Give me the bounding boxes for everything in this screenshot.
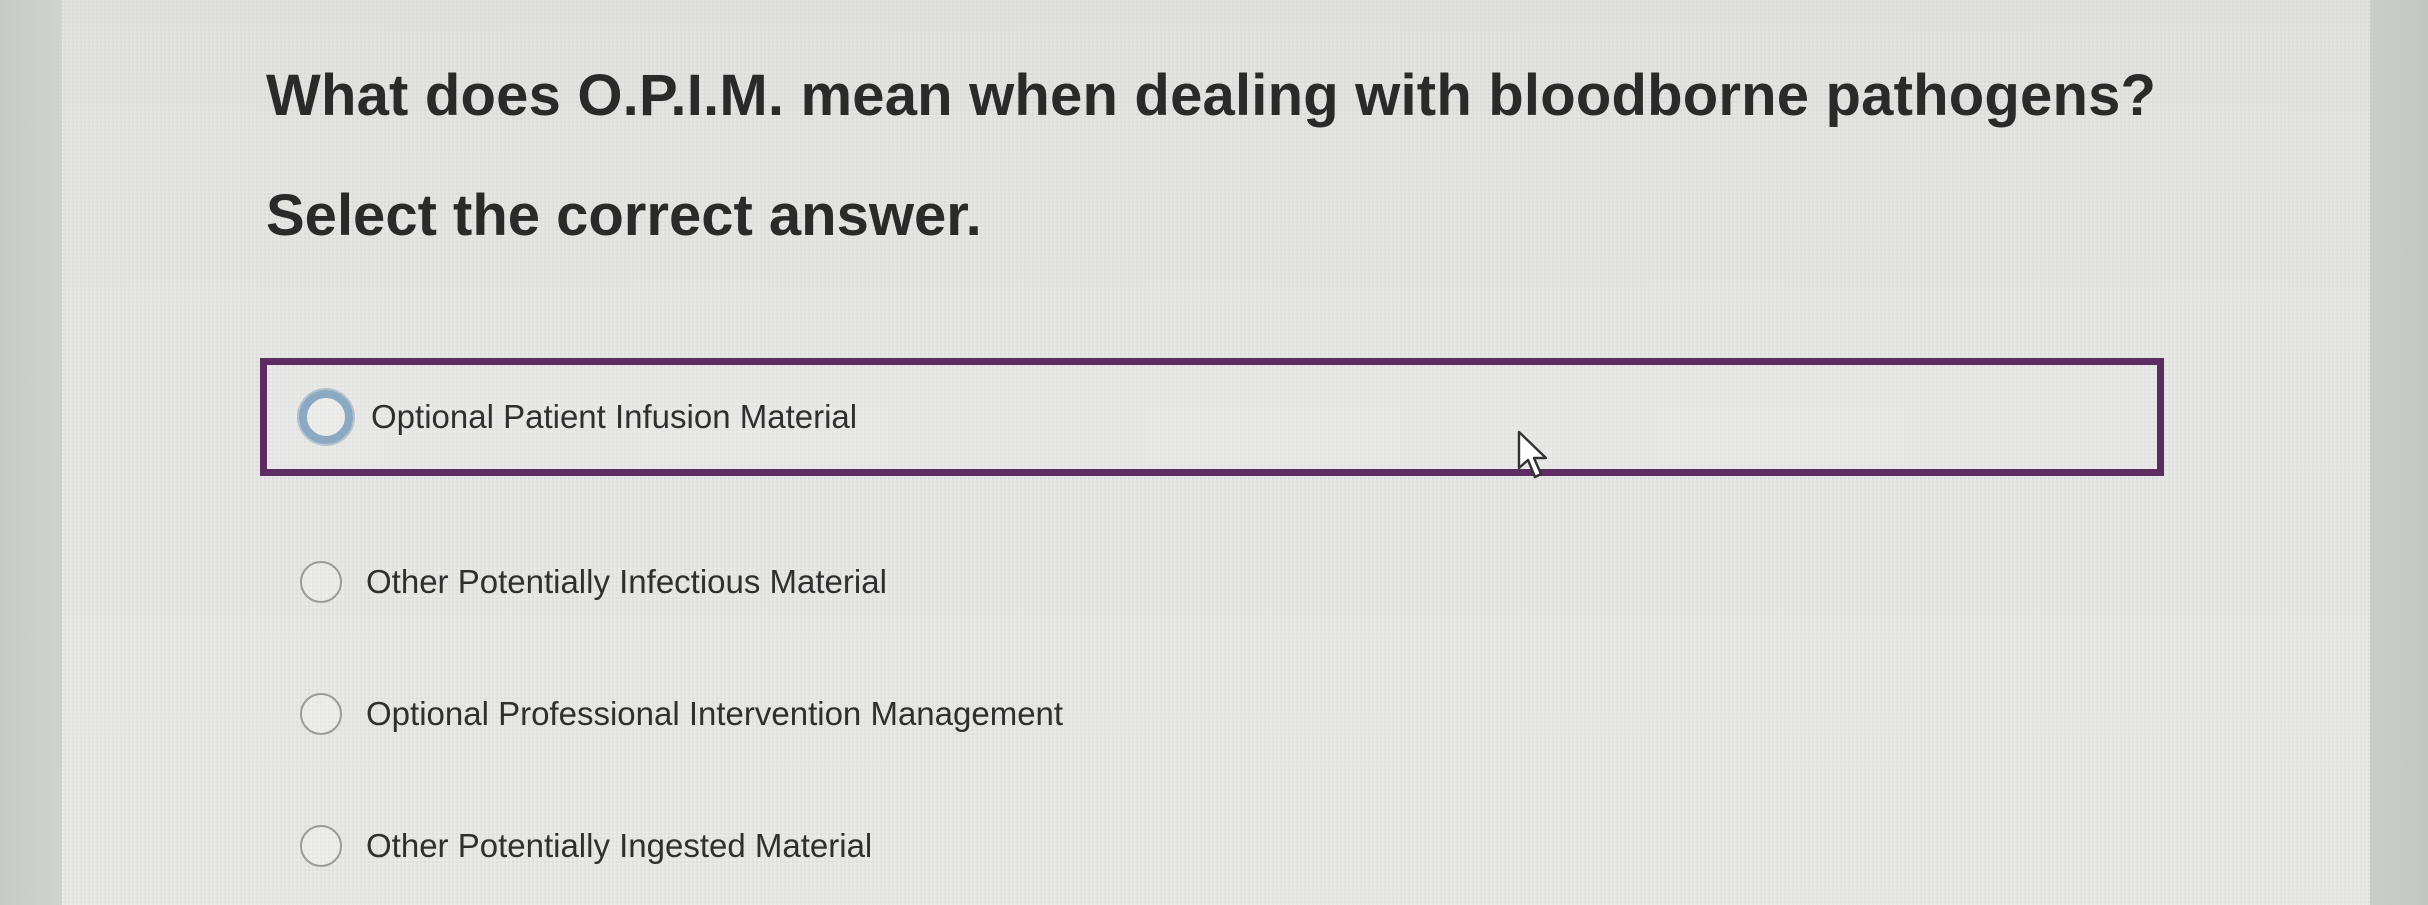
answer-option-1[interactable]: Optional Patient Infusion Material bbox=[260, 358, 2164, 476]
answer-option-label: Other Potentially Ingested Material bbox=[366, 827, 873, 864]
quiz-screen: What does O.P.I.M. mean when dealing wit… bbox=[62, 0, 2370, 905]
radio-button-icon[interactable] bbox=[299, 390, 353, 444]
radio-button-icon[interactable] bbox=[300, 825, 342, 867]
answer-option-label: Optional Professional Intervention Manag… bbox=[366, 695, 1064, 732]
question-text: What does O.P.I.M. mean when dealing wit… bbox=[266, 63, 2157, 128]
radio-button-icon[interactable] bbox=[300, 693, 342, 735]
radio-button-icon[interactable] bbox=[300, 561, 342, 603]
instruction-text: Select the correct answer. bbox=[266, 183, 982, 248]
answer-option-3[interactable]: Optional Professional Intervention Manag… bbox=[260, 655, 2164, 773]
left-bezel bbox=[0, 0, 62, 905]
answer-option-2[interactable]: Other Potentially Infectious Material bbox=[260, 523, 2164, 641]
answer-option-label: Other Potentially Infectious Material bbox=[366, 563, 887, 600]
right-bezel bbox=[2370, 0, 2428, 905]
answer-option-label: Optional Patient Infusion Material bbox=[371, 398, 858, 435]
answer-option-4[interactable]: Other Potentially Ingested Material bbox=[260, 787, 2164, 905]
mouse-pointer-icon bbox=[1517, 430, 1548, 479]
